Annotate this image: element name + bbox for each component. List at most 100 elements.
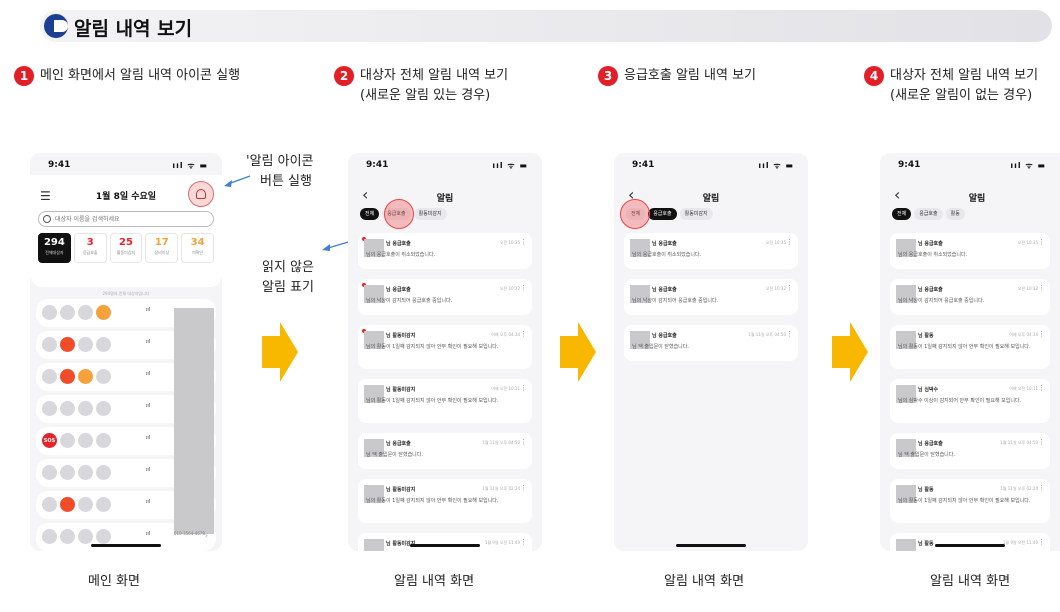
more-icon[interactable]: ⋮ — [1038, 284, 1045, 292]
tab-activity[interactable]: 활동 — [945, 208, 965, 220]
tab-all[interactable]: 전체 — [360, 208, 380, 220]
tab-inactivity[interactable]: 활동미감지 — [679, 208, 713, 220]
phone-number-partial: 010-3564-4678 — [174, 531, 205, 536]
stat-inactivity[interactable]: 25 활동미감지 — [109, 233, 143, 263]
notification-card[interactable]: 님 심박수 어제 오전 10:11 ⋮ 님의 심박수 이상이 감지되어 안부 확인이 … — [890, 379, 1050, 423]
notification-title: 님 응급호출 — [652, 241, 677, 247]
step-4: 4 대상자 전체 알림 내역 보기 (새로운 알림이 없는 경우) — [864, 66, 1038, 106]
notification-title: 님 활동미감지 — [386, 387, 416, 393]
status-icons: ııl ᯤ ▬ — [172, 161, 208, 170]
status-circle-icon — [60, 305, 75, 320]
status-circle-icon — [42, 529, 57, 544]
notification-body: 님의 낙상이 감지되어 응급호출 중입니다. — [632, 298, 719, 304]
notification-card[interactable]: 님 응급호출 1월 11일 오후 04:50 ⋮ 님 댁 출입문이 닫혔습니다. — [890, 433, 1050, 469]
signal-icon: ııl — [146, 531, 151, 537]
notification-card[interactable]: 님 활동미감지 1월 11일 오후 02:24 ⋮ 님의 활동이 1일째 감지되지 않… — [358, 479, 532, 523]
notification-card[interactable]: 님 응급호출 오전 10:35 ⋮ 님의 응급호출이 취소되었습니다. — [624, 233, 798, 269]
step-description: 대상자 전체 알림 내역 보기 (새로운 알림이 없는 경우) — [890, 68, 1039, 103]
notification-card[interactable]: 님 응급호출 오전 10:35 ⋮ 님의 응급호출이 취소되었습니다. — [358, 233, 532, 269]
notification-card[interactable]: 님 활동미감지 1월 9일 오전 11:49 ⋮ — [358, 533, 532, 551]
stat-total[interactable]: 294 전체대상자 — [38, 233, 71, 263]
notification-card[interactable]: 님 활동 1월 9일 오전 11:49 ⋮ — [890, 533, 1050, 551]
more-icon[interactable]: ⋮ — [786, 330, 793, 338]
notification-card[interactable]: 님 응급호출 오전 10:32 ⋮ 님의 낙상이 감지되어 응급호출 중입니다. — [624, 279, 798, 315]
page-title: 알림 내역 보기 — [74, 18, 193, 40]
status-circle-icon — [78, 305, 93, 320]
step-number-badge: 2 — [334, 66, 354, 86]
next-arrow-icon — [262, 322, 298, 382]
step-3: 3 응급호출 알림 내역 보기 — [598, 66, 756, 86]
masked-name — [896, 539, 916, 551]
status-circle-icon — [60, 433, 75, 448]
step-number-badge: 4 — [864, 66, 884, 86]
step-1: 1 메인 화면에서 알림 내역 아이콘 실행 — [14, 66, 240, 86]
notification-card[interactable]: 님 활동미감지 어제 오전 10:11 ⋮ 님의 활동이 1일째 감지되지 않아 안부… — [358, 379, 532, 423]
home-indicator — [91, 544, 161, 547]
status-circle-icon — [60, 465, 75, 480]
search-box[interactable] — [38, 211, 214, 227]
more-icon[interactable]: ⋮ — [786, 238, 793, 246]
caption-main-screen: 메인 화면 — [88, 574, 140, 589]
more-icon[interactable]: ⋮ — [1038, 384, 1045, 392]
notification-time: 어제 오후 04:34 — [1009, 332, 1038, 337]
masked-name — [364, 539, 384, 551]
more-icon[interactable]: ⋮ — [520, 284, 527, 292]
notification-time: 1월 11일 오후 04:50 — [1000, 440, 1038, 445]
more-icon[interactable]: ⋮ — [520, 238, 527, 246]
notification-card[interactable]: 님 응급호출 1월 11일 오후 04:50 ⋮ 님 댁 출입문이 닫혔습니다. — [624, 325, 798, 361]
status-circle-icon — [78, 401, 93, 416]
search-input[interactable] — [55, 214, 195, 225]
notification-card[interactable]: 님 활동 어제 오후 04:34 ⋮ 님의 활동이 1일째 감지되지 않아 안부 확인… — [890, 325, 1050, 369]
stat-unchecked[interactable]: 34 미확인 — [181, 233, 214, 263]
notification-title: 님 응급호출 — [386, 441, 411, 447]
bell-icon — [196, 189, 206, 199]
status-circle-icon — [60, 401, 75, 416]
unread-annotation: 읽지 않은 알림 표기 — [262, 260, 314, 295]
more-icon[interactable]: ⋮ — [786, 284, 793, 292]
stat-emergency[interactable]: 3 응급호출 — [73, 233, 107, 263]
more-icon[interactable]: ⋮ — [1038, 438, 1045, 446]
notification-card[interactable]: 님 응급호출 오전 10:32 ⋮ 님의 낙상이 감지되어 응급호출 중입니다. — [358, 279, 532, 315]
bell-annotation: '알림 아이콘 버튼 실행 — [246, 154, 314, 189]
notification-card[interactable]: 님 응급호출 오전 10:35 ⋮ 님의 응급호출이 취소되었습니다. — [890, 233, 1050, 269]
screen-title: 알림 — [968, 194, 986, 204]
stat-device-error[interactable]: 17 장비이상 — [145, 233, 179, 263]
more-icon[interactable]: ⋮ — [1038, 484, 1045, 492]
page-header: 알림 내역 보기 — [40, 10, 1052, 42]
more-icon[interactable]: ⋮ — [520, 538, 527, 546]
notification-body: 님의 활동이 1일째 감지되지 않아 안부 확인이 필요해 보입니다. — [366, 398, 499, 404]
tab-all[interactable]: 전체 — [892, 208, 912, 220]
filter-tabs: 전체 응급호출 활동 — [892, 208, 965, 220]
notification-card[interactable]: 님 응급호출 오전 10:32 ⋮ 님의 낙상이 감지되어 응급호출 중입니다. — [890, 279, 1050, 315]
more-icon[interactable]: ⋮ — [1038, 330, 1045, 338]
notification-body: 님 댁 출입문이 닫혔습니다. — [898, 452, 955, 458]
signal-icon: ııl — [146, 467, 151, 473]
tab-emergency[interactable]: 응급호출 — [648, 208, 677, 220]
more-icon[interactable]: ⋮ — [1038, 238, 1045, 246]
more-icon[interactable]: ⋮ — [1038, 538, 1045, 546]
notification-title: 님 활동 — [918, 333, 934, 339]
notification-bell-button[interactable] — [188, 181, 214, 207]
caption-notification-screen: 알림 내역 화면 — [664, 574, 745, 589]
notification-title: 님 활동미감지 — [386, 333, 416, 339]
status-bar: 9:41 ııl ᯤ ▬ — [30, 153, 222, 175]
notification-title: 님 활동 — [918, 541, 934, 547]
tab-inactivity[interactable]: 활동미감지 — [413, 208, 447, 220]
tab-emergency[interactable]: 응급호출 — [914, 208, 943, 220]
notification-card[interactable]: 님 활동미감지 어제 오후 04:34 ⋮ 님의 활동이 1일째 감지되지 않아 안부… — [358, 325, 532, 369]
status-circle-icon — [78, 369, 93, 384]
main-header-panel: ☰ 1월 8일 수요일 294 전체대상자 3 응급호출 25 활동미감지 17 — [30, 175, 222, 287]
notification-card[interactable]: 님 활동 1월 11일 오후 02:24 ⋮ 님의 활동이 1일째 감지되지 않아 안… — [890, 479, 1050, 523]
status-circle-icon — [96, 337, 111, 352]
more-icon[interactable]: ⋮ — [520, 330, 527, 338]
more-icon[interactable]: ⋮ — [520, 484, 527, 492]
more-icon[interactable]: ⋮ — [520, 384, 527, 392]
status-circle-icon — [78, 433, 93, 448]
notification-time: 어제 오후 04:34 — [491, 332, 520, 337]
notification-card[interactable]: 님 응급호출 1월 11일 오후 04:50 ⋮ 님 댁 출입문이 닫혔습니다. — [358, 433, 532, 469]
status-circle-icon — [42, 465, 57, 480]
notification-title: 님 심박수 — [918, 387, 939, 393]
more-icon[interactable]: ⋮ — [520, 438, 527, 446]
step-description: 메인 화면에서 알림 내역 아이콘 실행 — [40, 68, 241, 83]
home-indicator — [410, 544, 480, 547]
